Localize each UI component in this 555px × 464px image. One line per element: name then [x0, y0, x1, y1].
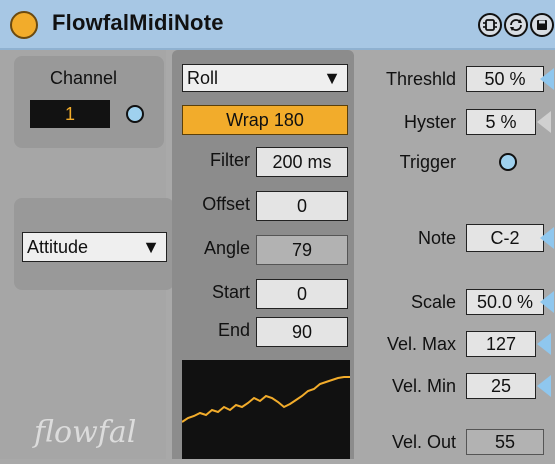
vel-out-readout: 55	[466, 429, 544, 455]
vel-out-label: Vel. Out	[391, 432, 456, 452]
vel-min-arrow-icon[interactable]	[537, 375, 551, 397]
save-icon[interactable]	[530, 13, 554, 37]
angle-label: Angle	[203, 238, 250, 258]
mode-dropdown[interactable]: Attitude ▼	[22, 232, 167, 262]
scale-arrow-icon[interactable]	[540, 291, 554, 313]
hysteresis-field[interactable]: 5 %	[466, 109, 536, 135]
angle-scope-display	[181, 360, 350, 459]
end-label: End	[217, 320, 250, 340]
vel-max-label: Vel. Max	[386, 334, 456, 354]
threshold-arrow-icon[interactable]	[540, 68, 554, 90]
threshold-label: Threshld	[385, 69, 456, 89]
note-arrow-icon[interactable]	[540, 227, 554, 249]
hysteresis-arrow-icon[interactable]	[537, 111, 551, 133]
threshold-field[interactable]: 50 %	[466, 66, 544, 92]
mode-dropdown-value: Attitude	[27, 236, 89, 257]
angle-readout: 79	[256, 235, 348, 265]
note-field[interactable]: C-2	[466, 224, 544, 252]
brand-logo: flowfal	[34, 415, 137, 450]
refresh-icon[interactable]	[504, 13, 528, 37]
filter-field[interactable]: 200 ms	[256, 147, 348, 177]
trigger-label: Trigger	[399, 152, 456, 172]
chevron-down-icon: ▼	[142, 236, 160, 257]
axis-dropdown-value: Roll	[187, 67, 219, 88]
device-icon[interactable]	[478, 13, 502, 37]
channel-label: Channel	[50, 68, 118, 88]
offset-field[interactable]: 0	[256, 191, 348, 221]
trigger-indicator-led	[499, 153, 517, 171]
device-title: FlowfalMidiNote	[52, 10, 224, 35]
scale-label: Scale	[410, 292, 456, 312]
vel-min-label: Vel. Min	[391, 376, 456, 396]
note-label: Note	[417, 228, 456, 248]
start-label: Start	[211, 282, 250, 302]
chevron-down-icon: ▼	[323, 67, 341, 88]
angle-trace	[181, 376, 350, 423]
vel-max-arrow-icon[interactable]	[537, 333, 551, 355]
hysteresis-label: Hyster	[403, 112, 456, 132]
scale-field[interactable]: 50.0 %	[466, 289, 544, 315]
vel-min-field[interactable]: 25	[466, 373, 536, 399]
vel-max-field[interactable]: 127	[466, 331, 536, 357]
filter-label: Filter	[210, 150, 250, 170]
wrap-180-button[interactable]: Wrap 180	[182, 105, 348, 135]
start-field[interactable]: 0	[256, 279, 348, 309]
power-toggle-button[interactable]	[10, 11, 38, 39]
axis-dropdown[interactable]: Roll ▼	[182, 64, 348, 92]
channel-number-box[interactable]: 1	[30, 100, 110, 128]
channel-indicator-led	[126, 105, 144, 123]
end-field[interactable]: 90	[256, 317, 348, 347]
offset-label: Offset	[202, 194, 250, 214]
